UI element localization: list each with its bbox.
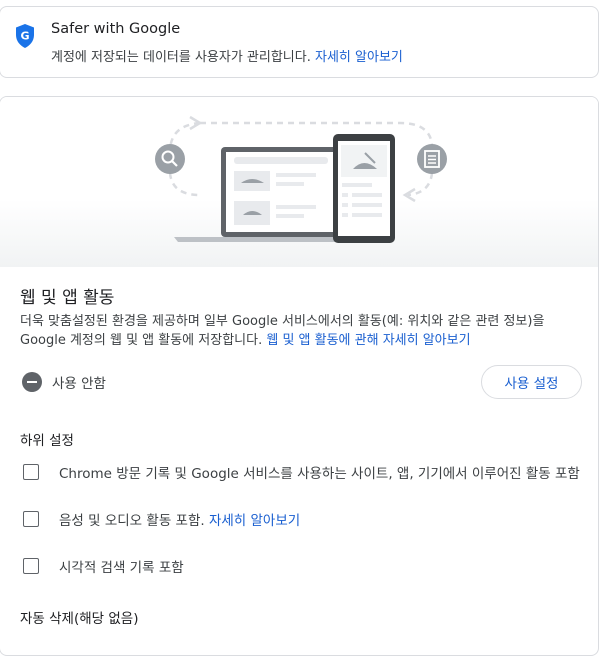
voice-audio-label-text: 음성 및 오디오 활동 포함. [59,513,205,529]
activity-status-label: 사용 안함 [52,376,106,392]
google-shield-icon: G [16,24,34,48]
subsetting-voice-audio[interactable]: 음성 및 오디오 활동 포함. 자세히 알아보기 [23,509,300,529]
safer-description-text: 계정에 저장되는 데이터를 사용자가 관리합니다. [51,50,311,65]
enable-button[interactable]: 사용 설정 [481,365,582,399]
subsettings-title: 하위 설정 [20,433,74,449]
visual-search-label: 시각적 검색 기록 포함 [59,560,184,576]
voice-audio-checkbox[interactable] [23,511,39,527]
chrome-history-label: Chrome 방문 기록 및 Google 서비스를 사용하는 사이트, 앱, … [59,466,580,482]
safer-learn-more-link[interactable]: 자세히 알아보기 [315,50,403,65]
voice-audio-learn-more-link[interactable]: 자세히 알아보기 [209,513,300,529]
activity-description: 더욱 맞춤설정된 환경을 제공하며 일부 Google 서비스에서의 활동(예:… [20,312,580,350]
voice-audio-label: 음성 및 오디오 활동 포함. 자세히 알아보기 [59,509,300,529]
activity-illustration [0,97,598,267]
activity-learn-more-link[interactable]: 웹 및 앱 활동에 관해 자세히 알아보기 [266,333,470,348]
activity-status: 사용 안함 [22,370,106,394]
auto-delete-title: 자동 삭제(해당 없음) [20,611,139,627]
safer-description: 계정에 저장되는 데이터를 사용자가 관리합니다. 자세히 알아보기 [51,46,403,65]
chrome-history-checkbox[interactable] [23,464,39,480]
safer-title: Safer with Google [51,21,181,37]
subsetting-chrome-history[interactable]: Chrome 방문 기록 및 Google 서비스를 사용하는 사이트, 앱, … [23,462,580,482]
minus-circle-icon [22,372,42,392]
search-icon [155,144,185,174]
svg-text:G: G [20,30,29,43]
visual-search-checkbox[interactable] [23,558,39,574]
subsetting-visual-search[interactable]: 시각적 검색 기록 포함 [23,556,184,576]
activity-title: 웹 및 앱 활동 [20,288,115,308]
safer-with-google-card: G Safer with Google 계정에 저장되는 데이터를 사용자가 관… [0,6,599,78]
document-icon [417,144,447,174]
